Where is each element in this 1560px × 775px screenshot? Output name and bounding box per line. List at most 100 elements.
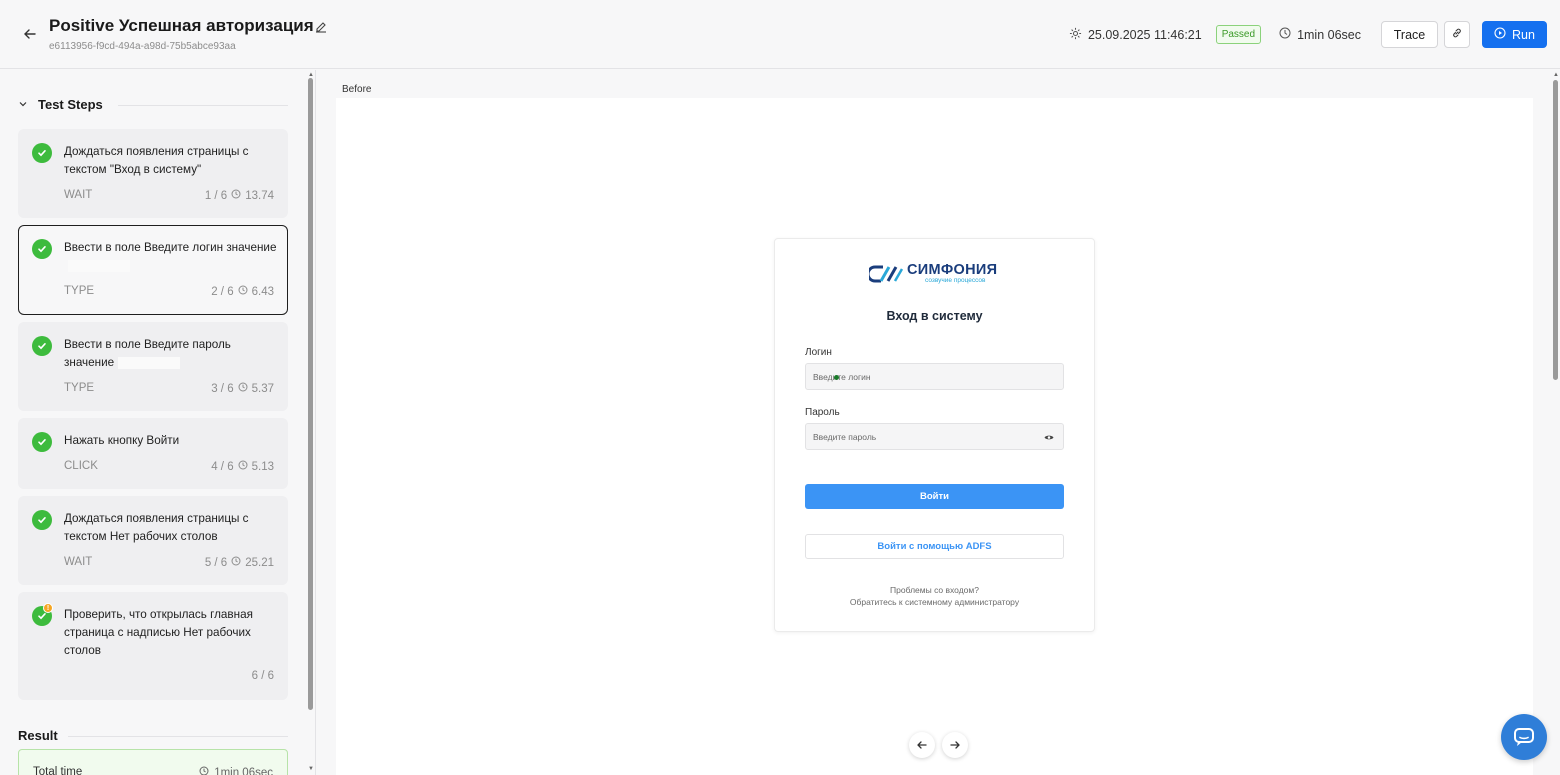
clock-icon bbox=[1279, 27, 1291, 42]
arrow-left-icon bbox=[917, 741, 927, 749]
play-circle-icon bbox=[1494, 27, 1506, 42]
login-submit-button[interactable]: Войти bbox=[805, 484, 1064, 509]
step-counter: 6 / 6 bbox=[251, 670, 274, 682]
step-meta: 1 / 6 13.74 bbox=[205, 189, 274, 202]
run-date-text: 25.09.2025 11:46:21 bbox=[1087, 27, 1202, 42]
login-label: Логин bbox=[805, 347, 832, 358]
step-time: 5.13 bbox=[251, 460, 274, 473]
sidebar-scrollbar[interactable] bbox=[308, 78, 313, 710]
screenshot-frame: СИМФОНИЯ созвучие процессов Вход в систе… bbox=[336, 98, 1533, 775]
next-arrow-button[interactable] bbox=[942, 732, 968, 758]
gear-icon bbox=[1069, 27, 1082, 43]
page-title: Positive Успешная авторизация bbox=[49, 16, 314, 35]
step-meta: 4 / 6 5.13 bbox=[211, 460, 274, 473]
login-card: СИМФОНИЯ созвучие процессов Вход в систе… bbox=[774, 238, 1095, 632]
step-card-4[interactable]: Нажать кнопку Войти CLICK 4 / 6 5.13 bbox=[18, 418, 288, 489]
steps-sidebar: ▲ ▼ Test Steps Дождаться появления стран… bbox=[0, 70, 316, 775]
click-marker bbox=[834, 375, 839, 380]
check-circle-icon bbox=[32, 239, 52, 259]
page-scroll-up-icon[interactable]: ▲ bbox=[1553, 72, 1559, 78]
back-arrow-icon[interactable] bbox=[20, 24, 40, 44]
clock-icon bbox=[231, 556, 241, 569]
step-text: Дождаться появления страницы с текстом Н… bbox=[64, 512, 249, 543]
status-badge: Passed bbox=[1215, 25, 1262, 44]
arrow-right-icon bbox=[950, 741, 960, 749]
password-placeholder: Введите пароль bbox=[813, 431, 877, 442]
total-time-label: Total time bbox=[33, 766, 83, 775]
result-summary: Total time 1min 06sec bbox=[18, 749, 288, 775]
header: Positive Успешная авторизация e6113956-f… bbox=[0, 0, 1560, 69]
viewer-scrollbar[interactable] bbox=[1553, 80, 1558, 380]
password-input[interactable]: Введите пароль bbox=[805, 423, 1064, 450]
screenshot-nav bbox=[909, 732, 968, 758]
scroll-down-arrow-icon[interactable]: ▼ bbox=[308, 766, 314, 772]
step-meta: 2 / 6 6.43 bbox=[211, 285, 274, 298]
chat-button[interactable] bbox=[1501, 714, 1547, 760]
run-button[interactable]: Run bbox=[1482, 21, 1547, 48]
trace-button[interactable]: Trace bbox=[1381, 21, 1438, 48]
step-text: Нажать кнопку Войти bbox=[64, 434, 180, 447]
step-card-5[interactable]: Дождаться появления страницы с текстом Н… bbox=[18, 496, 288, 585]
edit-pencil-icon[interactable] bbox=[314, 19, 330, 35]
step-type: CLICK bbox=[64, 460, 98, 472]
chat-bubble-icon bbox=[1514, 728, 1534, 746]
header-actions: 25.09.2025 11:46:21 Passed 1min 06sec Tr… bbox=[1069, 21, 1547, 48]
before-label: Before bbox=[342, 84, 372, 95]
login-input[interactable]: Введите логин bbox=[805, 363, 1064, 390]
step-time: 5.37 bbox=[251, 382, 274, 395]
run-duration: 1min 06sec bbox=[1279, 27, 1361, 42]
step-card-3[interactable]: Ввести в поле Введите пароль значение TY… bbox=[18, 322, 288, 411]
step-counter: 2 / 6 bbox=[211, 285, 234, 298]
help-text-1: Проблемы со входом? bbox=[890, 585, 979, 595]
logo-main-text: СИМФОНИЯ bbox=[907, 262, 998, 278]
step-text: Проверить, что открылась главная страниц… bbox=[64, 608, 253, 657]
step-time: 6.43 bbox=[251, 285, 274, 298]
check-circle-icon bbox=[32, 336, 52, 356]
step-card-6[interactable]: ! Проверить, что открылась главная стран… bbox=[18, 592, 288, 700]
step-counter: 5 / 6 bbox=[204, 556, 228, 569]
divider bbox=[118, 105, 288, 106]
prev-arrow-button[interactable] bbox=[909, 732, 935, 758]
run-duration-text: 1min 06sec bbox=[1297, 27, 1361, 42]
result-title: Result bbox=[18, 728, 58, 743]
test-uuid: e6113956-f9cd-494a-a98d-75b5abce93aa bbox=[49, 41, 236, 52]
step-text: Ввести в поле Введите логин значение bbox=[64, 239, 279, 275]
warning-dot-icon: ! bbox=[43, 603, 53, 613]
check-circle-icon bbox=[32, 432, 52, 452]
step-meta: 5 / 6 25.21 bbox=[205, 556, 274, 569]
total-time: 1min 06sec bbox=[199, 766, 273, 775]
step-card-2[interactable]: Ввести в поле Введите логин значение TYP… bbox=[18, 225, 288, 315]
help-text-2: Обратитесь к системному администратору bbox=[849, 597, 1020, 607]
simfonia-logo: СИМФОНИЯ созвучие процессов bbox=[869, 263, 997, 284]
link-icon bbox=[1451, 27, 1463, 42]
step-type: WAIT bbox=[64, 189, 93, 201]
test-steps-toggle[interactable]: Test Steps bbox=[18, 97, 103, 112]
clock-icon bbox=[238, 460, 248, 473]
redacted-value bbox=[68, 259, 130, 272]
step-counter: 4 / 6 bbox=[211, 460, 234, 473]
clock-icon bbox=[199, 766, 209, 775]
check-circle-icon bbox=[32, 143, 52, 163]
adfs-login-button[interactable]: Войти с помощью ADFS bbox=[805, 534, 1064, 559]
step-card-1[interactable]: Дождаться появления страницы с текстом "… bbox=[18, 129, 288, 218]
step-counter: 3 / 6 bbox=[211, 382, 234, 395]
divider bbox=[68, 736, 288, 737]
step-text: Дождаться появления страницы с текстом "… bbox=[64, 145, 249, 176]
step-text: Ввести в поле Введите пароль значение bbox=[64, 336, 279, 372]
redacted-value bbox=[118, 356, 181, 369]
copy-link-button[interactable] bbox=[1444, 21, 1470, 48]
clock-icon bbox=[238, 285, 248, 298]
step-counter: 1 / 6 bbox=[204, 189, 228, 202]
step-type: TYPE bbox=[64, 285, 95, 297]
total-time-value: 1min 06sec bbox=[214, 766, 273, 775]
check-circle-icon bbox=[32, 510, 52, 530]
run-date: 25.09.2025 11:46:21 bbox=[1069, 27, 1202, 43]
clock-icon bbox=[238, 382, 248, 395]
screenshot-viewer: Before СИМФОНИЯ созвучие процессов Вход … bbox=[317, 70, 1560, 775]
section-title: Test Steps bbox=[38, 97, 103, 112]
step-type: WAIT bbox=[64, 556, 93, 568]
step-time: 13.74 bbox=[245, 189, 274, 202]
logo-mark-icon bbox=[869, 265, 903, 282]
eye-icon[interactable] bbox=[1044, 433, 1054, 440]
login-placeholder: Введите логин bbox=[813, 371, 871, 382]
